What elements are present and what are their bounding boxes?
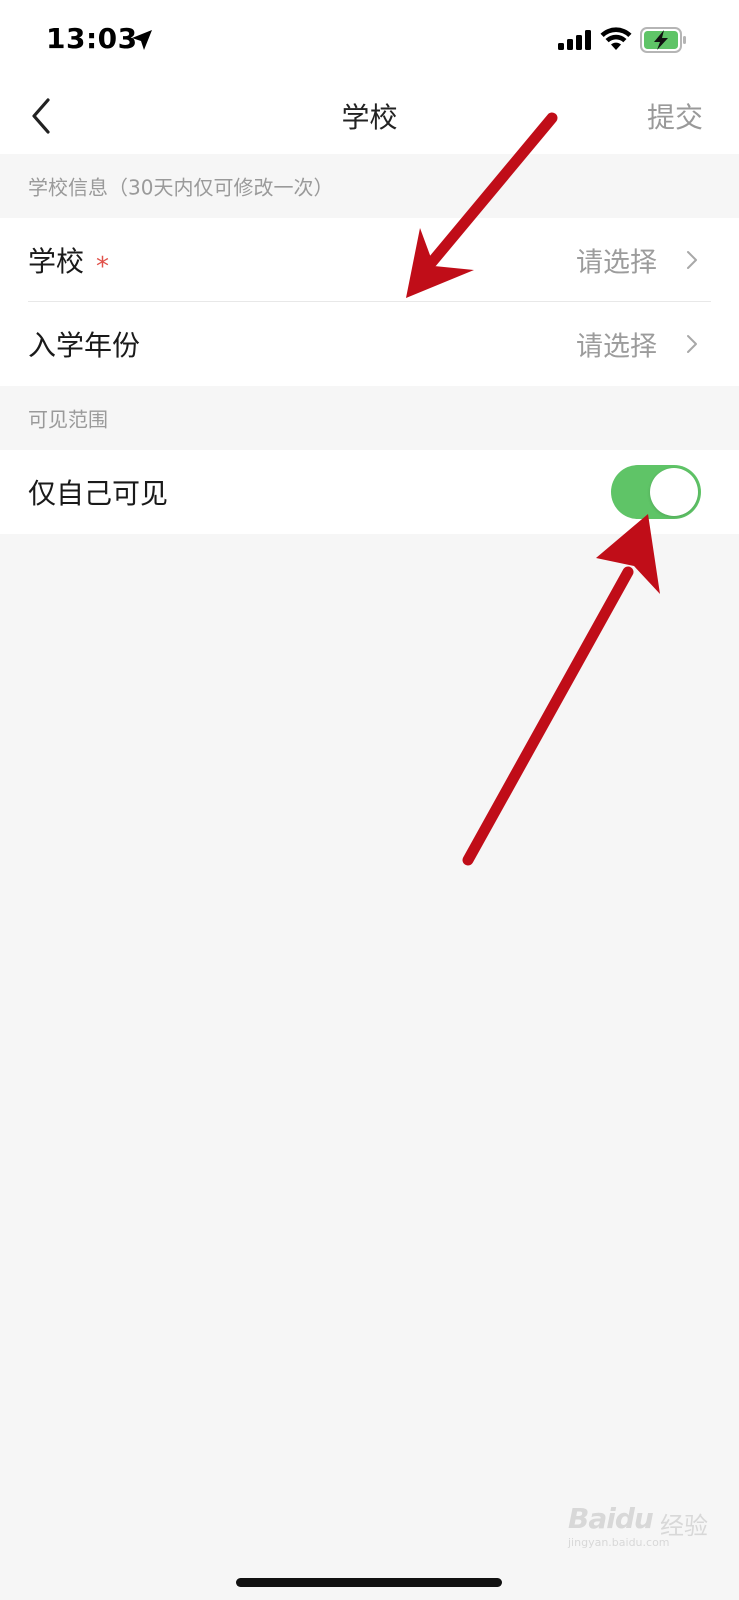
only-me-visible-toggle[interactable] [611, 465, 701, 519]
status-time: 13:03 [46, 22, 138, 55]
school-select-value: 请选择 [576, 247, 657, 279]
cellular-signal-icon [558, 30, 591, 50]
enrollment-year-label: 入学年份 [28, 329, 141, 362]
watermark-logo: Baidu [568, 1502, 654, 1535]
annotation-arrow-to-toggle [462, 514, 660, 866]
enrollment-year-row[interactable]: 入学年份 请选择 [0, 302, 739, 386]
battery-charging-icon [640, 27, 686, 53]
wifi-icon [600, 27, 632, 50]
location-arrow-icon [132, 30, 152, 50]
school-label-text: 学校 [28, 245, 85, 278]
status-bar: 13:03 [0, 0, 739, 80]
school-row[interactable]: 学校 * 请选择 [0, 218, 739, 302]
section-header-school-info-label: 学校信息（30天内仅可修改一次） [28, 175, 334, 200]
toggle-knob [650, 468, 698, 516]
submit-button[interactable]: 提交 [647, 96, 703, 136]
chevron-right-icon [687, 251, 697, 269]
page-title: 学校 [341, 101, 398, 134]
home-indicator[interactable] [236, 1578, 502, 1587]
nav-bar: 学校 提交 [0, 80, 739, 154]
baidu-watermark: Baidu 经验 jingyan.baidu.com [560, 1500, 710, 1556]
section-header-visibility-label: 可见范围 [28, 407, 108, 432]
only-me-visible-row: 仅自己可见 [0, 450, 739, 534]
watermark-url: jingyan.baidu.com [568, 1536, 670, 1549]
school-row-label: 学校 * [28, 240, 110, 282]
section-header-visibility: 可见范围 [0, 386, 739, 450]
only-me-visible-label: 仅自己可见 [28, 477, 169, 510]
enrollment-year-select-value: 请选择 [576, 331, 657, 363]
section-header-school-info: 学校信息（30天内仅可修改一次） [0, 154, 739, 218]
required-star: * [96, 252, 110, 282]
chevron-right-icon [687, 335, 697, 353]
